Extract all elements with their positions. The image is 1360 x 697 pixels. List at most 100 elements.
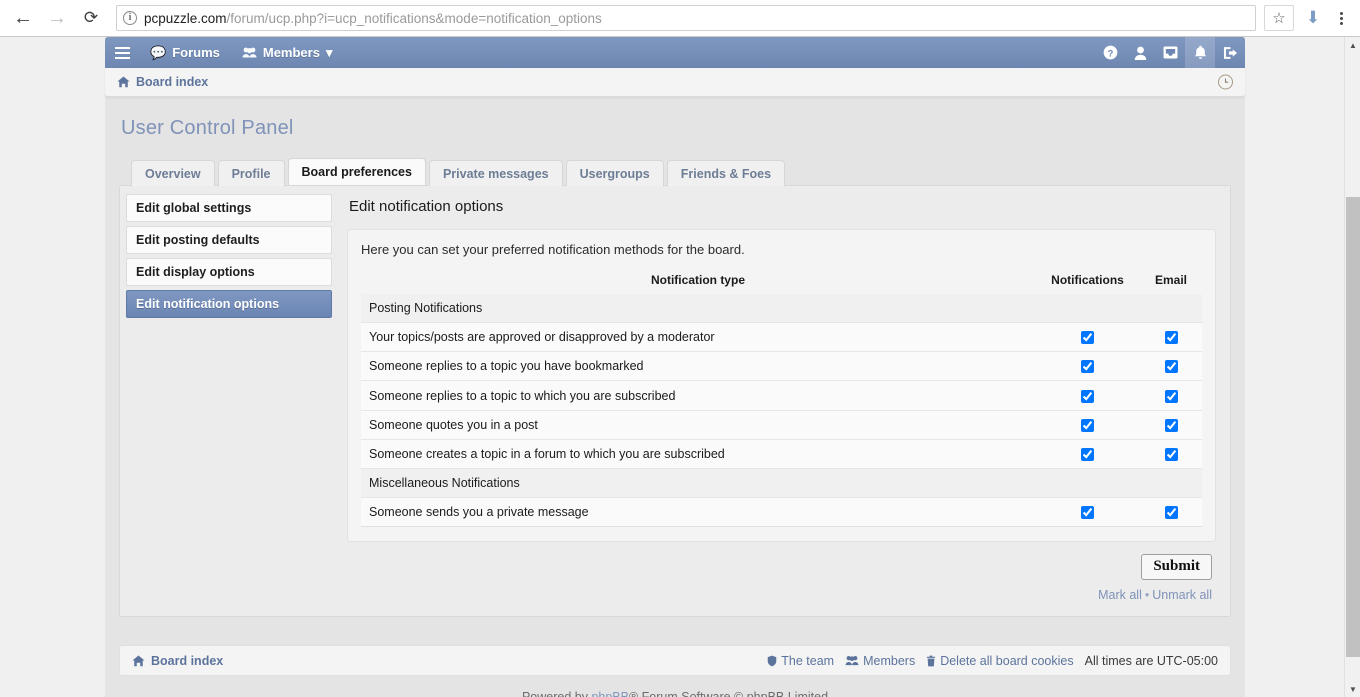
- row-notifications-cell: [1035, 322, 1140, 353]
- forward-arrow-icon[interactable]: →: [40, 1, 74, 35]
- email-checkbox[interactable]: [1164, 389, 1178, 403]
- mark-separator: •: [1144, 588, 1150, 603]
- email-checkbox[interactable]: [1164, 360, 1178, 374]
- submit-button[interactable]: Submit: [1141, 554, 1212, 581]
- row-notifications-cell: [1035, 497, 1140, 528]
- row-notifications-cell: [1035, 410, 1140, 440]
- back-arrow-icon[interactable]: ←: [6, 1, 40, 35]
- address-bar[interactable]: i pcpuzzle.com/forum/ucp.php?i=ucp_notif…: [116, 5, 1256, 31]
- tab-private-messages[interactable]: Private messages: [428, 160, 563, 186]
- table-row-group: Miscellaneous Notifications: [361, 468, 1202, 499]
- sidebar-item-edit-notification-options[interactable]: Edit notification options: [126, 290, 332, 318]
- people-icon: [845, 655, 859, 666]
- row-email-cell: [1140, 497, 1202, 528]
- page-body: User Control Panel Overview Profile Boar…: [105, 97, 1245, 631]
- row-notifications-cell: [1035, 351, 1140, 382]
- notifications-checkbox[interactable]: [1081, 506, 1094, 520]
- page-info-icon[interactable]: i: [123, 11, 137, 25]
- email-checkbox[interactable]: [1164, 506, 1178, 520]
- row-email-cell: [1140, 439, 1202, 470]
- footer-the-team[interactable]: The team: [767, 654, 834, 668]
- row-notifications-cell: [1035, 380, 1140, 411]
- page-viewport: 💬 Forums Members ▾ ? Board index User Co…: [0, 37, 1360, 697]
- tab-board-preferences[interactable]: Board preferences: [287, 158, 426, 185]
- bookmark-star-icon[interactable]: ☆: [1264, 5, 1294, 31]
- kebab-menu-icon[interactable]: [1326, 11, 1356, 25]
- notifications-checkbox[interactable]: [1081, 360, 1094, 374]
- page-title: User Control Panel: [121, 117, 294, 139]
- notifications-checkbox[interactable]: [1081, 389, 1094, 403]
- home-icon: [117, 76, 130, 88]
- mark-links: Mark all • Unmark all: [1098, 588, 1212, 602]
- mark-all-link[interactable]: Mark all: [1098, 588, 1142, 602]
- vertical-scrollbar[interactable]: ▲ ▼: [1344, 37, 1360, 697]
- group-label: Posting Notifications: [361, 294, 1202, 323]
- download-icon[interactable]: ⬇: [1300, 8, 1326, 28]
- inbox-icon[interactable]: [1155, 37, 1185, 68]
- people-icon: [242, 47, 257, 58]
- row-label: Someone creates a topic in a forum to wh…: [361, 439, 1035, 470]
- ucp-sidebar: Edit global settings Edit posting defaul…: [120, 186, 335, 617]
- url-path: /forum/ucp.php?i=ucp_notifications&mode=…: [226, 10, 602, 26]
- column-header-notification-type: Notification type: [650, 273, 745, 287]
- url-text: pcpuzzle.com/forum/ucp.php?i=ucp_notific…: [144, 11, 602, 26]
- email-checkbox[interactable]: [1164, 448, 1178, 462]
- unmark-all-link[interactable]: Unmark all: [1152, 588, 1212, 602]
- table-row: Someone replies to a topic to which you …: [361, 380, 1202, 411]
- tab-profile[interactable]: Profile: [217, 160, 285, 186]
- row-label: Someone quotes you in a post: [361, 410, 1035, 440]
- row-label: Someone sends you a private message: [361, 497, 1035, 528]
- nav-forums[interactable]: 💬 Forums: [139, 37, 231, 68]
- row-email-cell: [1140, 322, 1202, 353]
- notifications-bell-icon[interactable]: [1185, 37, 1215, 68]
- sidebar-item-edit-global-settings[interactable]: Edit global settings: [126, 194, 332, 222]
- browser-toolbar: ← → ⟳ i pcpuzzle.com/forum/ucp.php?i=ucp…: [0, 0, 1360, 37]
- shield-icon: [767, 655, 777, 667]
- footer-members[interactable]: Members: [845, 654, 915, 668]
- table-row-group: Posting Notifications: [361, 294, 1202, 323]
- footer-board-index[interactable]: Board index: [132, 654, 223, 668]
- notifications-checkbox[interactable]: [1081, 418, 1094, 432]
- footer-delete-cookies[interactable]: Delete all board cookies: [926, 653, 1074, 668]
- scroll-down-arrow-icon[interactable]: ▼: [1345, 681, 1360, 697]
- phpbb-link[interactable]: phpBB: [591, 690, 629, 697]
- footer-delete-cookies-label: Delete all board cookies: [940, 653, 1074, 668]
- tab-usergroups[interactable]: Usergroups: [565, 160, 664, 186]
- user-profile-icon[interactable]: [1125, 37, 1155, 68]
- logout-icon[interactable]: [1215, 37, 1245, 68]
- row-label: Someone replies to a topic to which you …: [361, 380, 1035, 411]
- scroll-up-arrow-icon[interactable]: ▲: [1345, 37, 1360, 53]
- home-icon: [132, 655, 145, 667]
- table-header-row: Notification type Notifications Email: [361, 273, 1202, 294]
- credits-powered-by: Powered by: [522, 690, 591, 697]
- row-email-cell: [1140, 380, 1202, 411]
- tab-overview[interactable]: Overview: [131, 160, 215, 186]
- notifications-checkbox[interactable]: [1081, 331, 1094, 345]
- table-row: Your topics/posts are approved or disapp…: [361, 322, 1202, 353]
- sidebar-item-edit-display-options[interactable]: Edit display options: [126, 258, 332, 286]
- tab-friends-foes[interactable]: Friends & Foes: [666, 160, 786, 186]
- column-header-email: Email: [1154, 273, 1187, 287]
- intro-text: Here you can set your preferred notifica…: [361, 242, 745, 257]
- breadcrumb-label: Board index: [136, 75, 209, 89]
- sidebar-item-edit-posting-defaults[interactable]: Edit posting defaults: [126, 226, 332, 254]
- table-row: Someone sends you a private message: [361, 497, 1202, 528]
- clock-icon[interactable]: [1218, 74, 1233, 90]
- breadcrumb-board-index[interactable]: Board index: [117, 75, 208, 89]
- svg-text:?: ?: [1107, 48, 1113, 58]
- row-email-cell: [1140, 410, 1202, 440]
- chevron-down-icon: ▾: [325, 44, 333, 60]
- ucp-tabs: Overview Profile Board preferences Priva…: [119, 158, 1231, 186]
- email-checkbox[interactable]: [1164, 331, 1178, 345]
- reload-icon[interactable]: ⟳: [74, 1, 108, 35]
- row-email-cell: [1140, 351, 1202, 382]
- forum-navbar: 💬 Forums Members ▾ ?: [105, 37, 1245, 68]
- scrollbar-thumb[interactable]: [1346, 197, 1360, 657]
- hamburger-icon[interactable]: [105, 37, 139, 68]
- email-checkbox[interactable]: [1164, 418, 1178, 432]
- faq-help-icon[interactable]: ?: [1095, 37, 1125, 68]
- ucp-panel: Edit global settings Edit posting defaul…: [119, 185, 1231, 618]
- notifications-checkbox[interactable]: [1081, 448, 1094, 462]
- form-actions: Submit Mark all • Unmark all: [347, 542, 1216, 602]
- nav-members[interactable]: Members ▾: [231, 37, 344, 68]
